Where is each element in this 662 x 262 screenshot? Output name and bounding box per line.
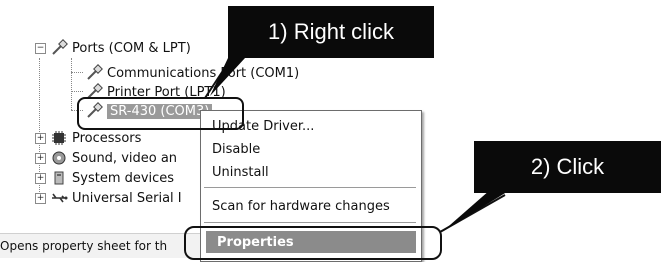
tree-item-system-devices[interactable]: + System devices — [35, 168, 174, 188]
menu-item-disable[interactable]: Disable — [201, 138, 421, 160]
tree-connector — [71, 72, 83, 73]
sound-icon — [50, 149, 68, 167]
tree-item-communications-port[interactable]: Communications Port (COM1) — [85, 63, 299, 83]
callout-step1: 1) Right click — [228, 6, 434, 58]
processor-icon — [50, 129, 68, 147]
usb-icon — [50, 189, 68, 207]
tree-connector — [71, 58, 72, 110]
menu-item-uninstall[interactable]: Uninstall — [201, 161, 421, 183]
status-text: Opens property sheet for th — [0, 239, 168, 253]
tree-item-label: Universal Serial I — [72, 190, 182, 206]
system-devices-icon — [50, 169, 68, 187]
tree-item-sound[interactable]: + Sound, video an — [35, 148, 177, 168]
tree-item-processors[interactable]: + Processors — [35, 128, 141, 148]
tree-item-usb[interactable]: + Universal Serial I — [35, 188, 182, 208]
menu-item-scan-hardware[interactable]: Scan for hardware changes — [201, 195, 421, 217]
tree-item-label: Ports (COM & LPT) — [72, 40, 191, 56]
tree-item-label: System devices — [72, 170, 175, 186]
port-icon — [50, 39, 68, 57]
tree-item-label: Sound, video an — [72, 150, 178, 166]
expand-icon[interactable]: + — [35, 172, 46, 184]
tree-item-label: Communications Port (COM1) — [107, 65, 300, 81]
tree-connector — [71, 91, 83, 92]
menu-separator — [204, 187, 416, 188]
highlight-ring-sr430 — [77, 97, 244, 130]
port-icon — [85, 64, 103, 82]
menu-separator — [204, 222, 416, 223]
highlight-ring-properties — [184, 226, 442, 260]
tree-item-label: Processors — [72, 130, 142, 146]
expand-icon[interactable]: + — [35, 192, 46, 204]
tree-item-ports[interactable]: − Ports (COM & LPT) — [35, 38, 191, 58]
callout-step2: 2) Click — [474, 141, 661, 193]
expand-icon[interactable]: + — [35, 132, 46, 144]
expand-icon[interactable]: + — [35, 152, 46, 164]
collapse-icon[interactable]: − — [35, 42, 46, 54]
